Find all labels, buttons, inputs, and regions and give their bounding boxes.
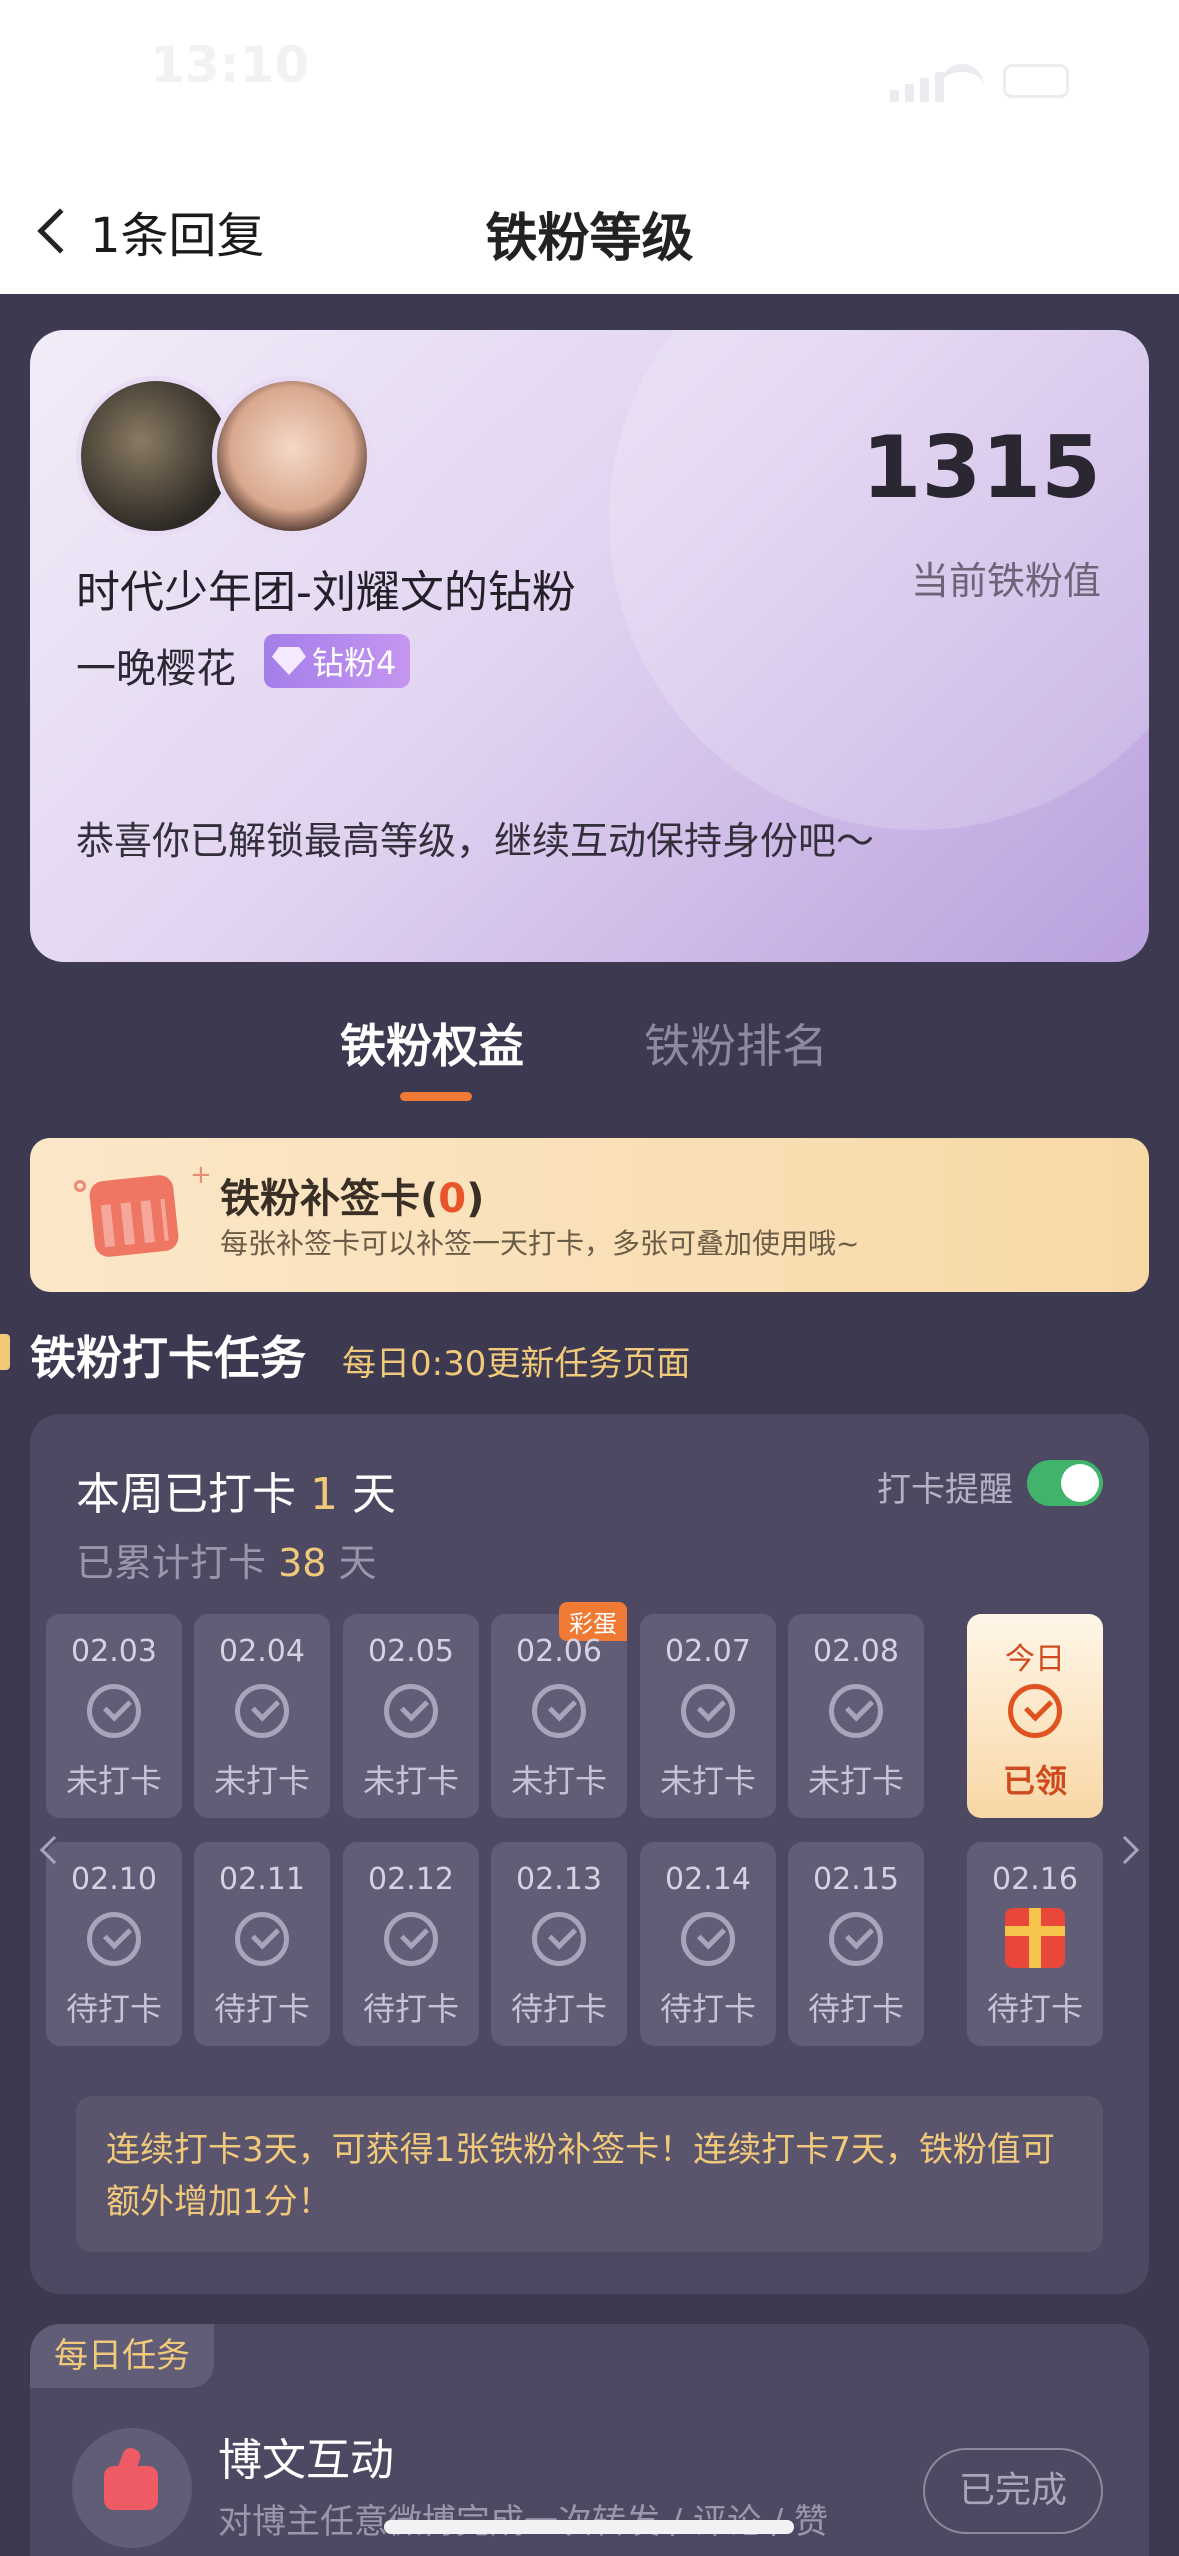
task-completed-button[interactable]: 已完成 xyxy=(923,2448,1103,2534)
day-cell[interactable]: 02.13 待打卡 xyxy=(491,1842,627,2046)
day-cell[interactable]: 02.10 待打卡 xyxy=(46,1842,182,2046)
day-cell[interactable]: 02.15 待打卡 xyxy=(788,1842,924,2046)
thumbs-up-icon xyxy=(72,2428,192,2548)
makeup-card-banner[interactable]: + 铁粉补签卡(0) 每张补签卡可以补签一天打卡，多张可叠加使用哦~ xyxy=(30,1138,1149,1292)
day-cell[interactable]: 02.12 待打卡 xyxy=(343,1842,479,2046)
check-circle-icon xyxy=(1008,1684,1062,1738)
check-circle-icon xyxy=(235,1912,289,1966)
check-circle-icon xyxy=(87,1912,141,1966)
level-message: 恭喜你已解锁最高等级，继续互动保持身份吧～ xyxy=(76,819,875,863)
tab-bar: 铁粉权益 铁粉排名 xyxy=(0,1010,1179,1101)
check-circle-icon xyxy=(532,1684,586,1738)
day-cell[interactable]: 02.04 未打卡 xyxy=(194,1614,330,1818)
reminder-label: 打卡提醒 xyxy=(877,1470,1013,1510)
makeup-card-count: 0 xyxy=(438,1176,467,1222)
user-avatar[interactable] xyxy=(212,376,372,536)
status-time: 13:10 xyxy=(150,36,310,94)
level-badge-label: 钻粉4 xyxy=(312,644,397,682)
day-cell[interactable]: 彩蛋 02.06 未打卡 xyxy=(491,1602,627,1818)
checkin-tip: 连续打卡3天，可获得1张铁粉补签卡！连续打卡7天，铁粉值可额外增加1分！ xyxy=(76,2096,1103,2252)
signal-icon xyxy=(890,72,944,102)
checkin-panel: 本周已打卡 1 天 已累计打卡 38 天 打卡提醒 02.03 未打卡 02.04… xyxy=(30,1414,1149,2294)
check-circle-icon xyxy=(681,1684,735,1738)
section-subtitle: 每日0:30更新任务页面 xyxy=(342,1344,691,1384)
calendar-icon xyxy=(88,1173,180,1259)
day-cell[interactable]: 02.11 待打卡 xyxy=(194,1842,330,2046)
section-title: 铁粉打卡任务 xyxy=(30,1331,306,1385)
fan-score: 1315 xyxy=(861,418,1101,518)
fan-score-label: 当前铁粉值 xyxy=(910,559,1101,603)
wifi-icon xyxy=(940,64,984,98)
day-cell[interactable]: 02.14 待打卡 xyxy=(640,1842,776,2046)
status-bar: 13:10 xyxy=(0,0,1179,150)
daily-task-title: 博文互动 xyxy=(218,2435,394,2486)
plus-sparkle-icon: + xyxy=(190,1160,212,1190)
day-cell-today[interactable]: 今日 已领 xyxy=(967,1614,1103,1818)
user-nickname: 一晚樱花 xyxy=(76,646,236,692)
home-indicator[interactable] xyxy=(384,2520,794,2534)
diamond-icon xyxy=(272,647,306,675)
level-badge: 钻粉4 xyxy=(264,634,411,688)
check-circle-icon xyxy=(87,1684,141,1738)
total-checkin-count: 已累计打卡 38 天 xyxy=(76,1541,377,1585)
check-circle-icon xyxy=(384,1912,438,1966)
check-circle-icon xyxy=(829,1684,883,1738)
battery-icon xyxy=(1003,64,1069,98)
nav-bar: 1条回复 铁粉等级 xyxy=(0,180,1179,294)
daily-task-tag: 每日任务 xyxy=(30,2324,214,2388)
fan-group-name: 时代少年团-刘耀文的钻粉 xyxy=(76,567,576,618)
makeup-card-title: 铁粉补签卡(0) xyxy=(220,1176,485,1222)
reminder-toggle[interactable] xyxy=(1027,1460,1103,1506)
daily-task-desc: 对博主任意微博完成一次转发 / 评论 / 赞 xyxy=(218,2502,829,2542)
check-circle-icon xyxy=(235,1684,289,1738)
makeup-card-desc: 每张补签卡可以补签一天打卡，多张可叠加使用哦~ xyxy=(220,1227,860,1260)
sparkle-icon xyxy=(74,1180,86,1192)
tab-fan-ranking[interactable]: 铁粉排名 xyxy=(644,1010,828,1076)
check-circle-icon xyxy=(532,1912,586,1966)
check-circle-icon xyxy=(384,1684,438,1738)
gift-icon xyxy=(1005,1908,1065,1968)
profile-card: 1315 当前铁粉值 时代少年团-刘耀文的钻粉 一晚樱花 钻粉4 恭喜你已解锁最… xyxy=(30,330,1149,962)
day-cell-gift[interactable]: 02.16 待打卡 xyxy=(967,1842,1103,2046)
checkin-section-header: 铁粉打卡任务 每日0:30更新任务页面 xyxy=(0,1322,1179,1385)
section-accent-bar xyxy=(0,1334,10,1370)
day-cell[interactable]: 02.03 未打卡 xyxy=(46,1614,182,1818)
check-circle-icon xyxy=(829,1912,883,1966)
page-title: 铁粉等级 xyxy=(485,209,694,269)
day-cell[interactable]: 02.08 未打卡 xyxy=(788,1614,924,1818)
check-circle-icon xyxy=(681,1912,735,1966)
day-cell[interactable]: 02.05 未打卡 xyxy=(343,1614,479,1818)
week-checkin-count: 本周已打卡 1 天 xyxy=(76,1469,396,1520)
tab-indicator xyxy=(400,1092,472,1101)
day-cell[interactable]: 02.07 未打卡 xyxy=(640,1614,776,1818)
tab-fan-benefits[interactable]: 铁粉权益 xyxy=(340,1010,524,1076)
